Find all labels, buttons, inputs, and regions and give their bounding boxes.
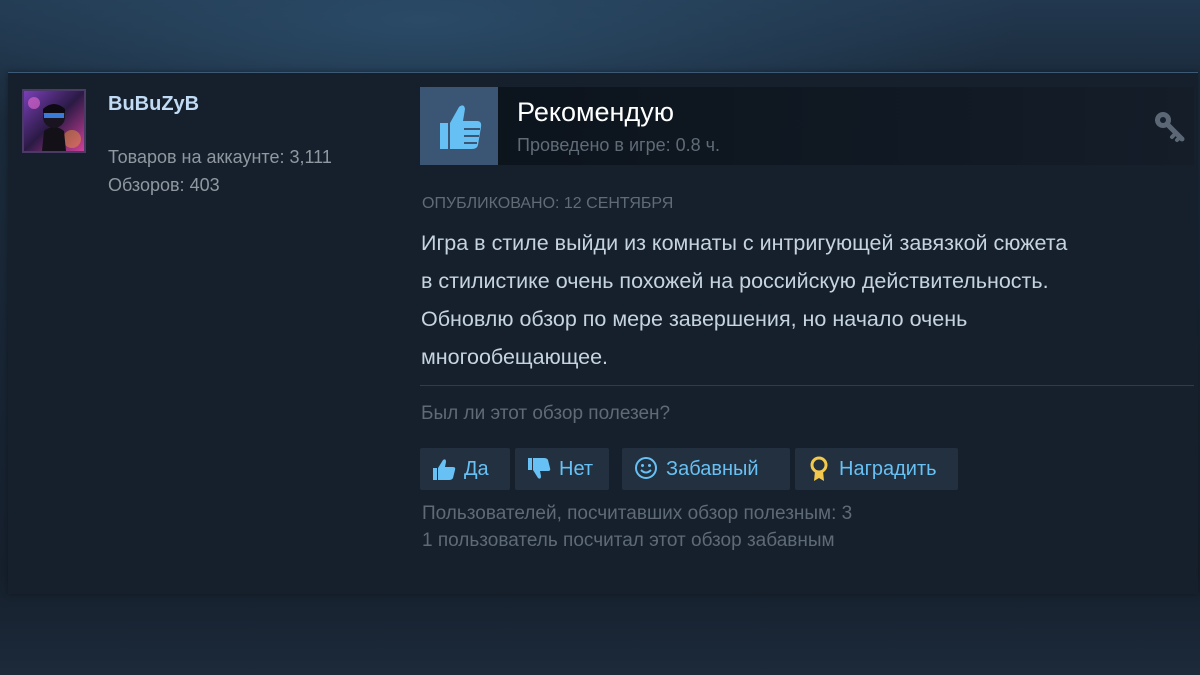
review-text-line: в стилистике очень похожей на российскую… <box>421 269 1049 293</box>
award-label: Наградить <box>839 457 937 480</box>
avatar-image <box>24 91 84 151</box>
avatar[interactable] <box>22 89 86 153</box>
smiley-icon <box>635 457 657 479</box>
author-products-count[interactable]: Товаров на аккаунте: 3,111 <box>108 147 332 168</box>
author-reviews-count[interactable]: Обзоров: 403 <box>108 175 220 196</box>
vote-no-button[interactable]: Нет <box>515 448 609 490</box>
award-ribbon-icon <box>810 456 828 481</box>
recommendation-title[interactable]: Рекомендую <box>517 97 674 128</box>
posted-date: ОПУБЛИКОВАНО: 12 СЕНТЯБРЯ <box>422 195 674 212</box>
vote-funny-label: Забавный <box>666 457 759 480</box>
thumbs-down-icon <box>528 458 551 479</box>
key-icon[interactable] <box>1152 109 1186 143</box>
review-body: Игра в стиле выйди из комнаты с интригую… <box>421 224 1193 376</box>
vote-yes-button[interactable]: Да <box>420 448 510 490</box>
review-text-line: Игра в стиле выйди из комнаты с интригую… <box>421 231 1068 255</box>
thumbs-up-icon <box>433 459 456 480</box>
author-name[interactable]: BuBuZyB <box>108 93 199 116</box>
helpful-count: Пользователей, посчитавших обзор полезны… <box>422 503 853 524</box>
award-button[interactable]: Наградить <box>795 448 958 490</box>
recommendation-header: Рекомендую Проведено в игре: 0.8 ч. <box>420 87 1194 165</box>
recommendation-thumb <box>420 87 498 165</box>
playtime-label: Проведено в игре: 0.8 ч. <box>517 135 721 155</box>
vote-no-label: Нет <box>559 457 594 480</box>
review-text-line: Обновлю обзор по мере завершения, но нач… <box>421 307 968 331</box>
helpful-question: Был ли этот обзор полезен? <box>421 403 671 424</box>
thumbs-up-icon <box>440 105 482 149</box>
funny-count: 1 пользователь посчитал этот обзор забав… <box>422 530 835 551</box>
vote-funny-button[interactable]: Забавный <box>622 448 790 490</box>
review-text-line: многообещающее. <box>421 345 609 369</box>
vote-yes-label: Да <box>464 457 489 480</box>
divider <box>420 385 1194 386</box>
